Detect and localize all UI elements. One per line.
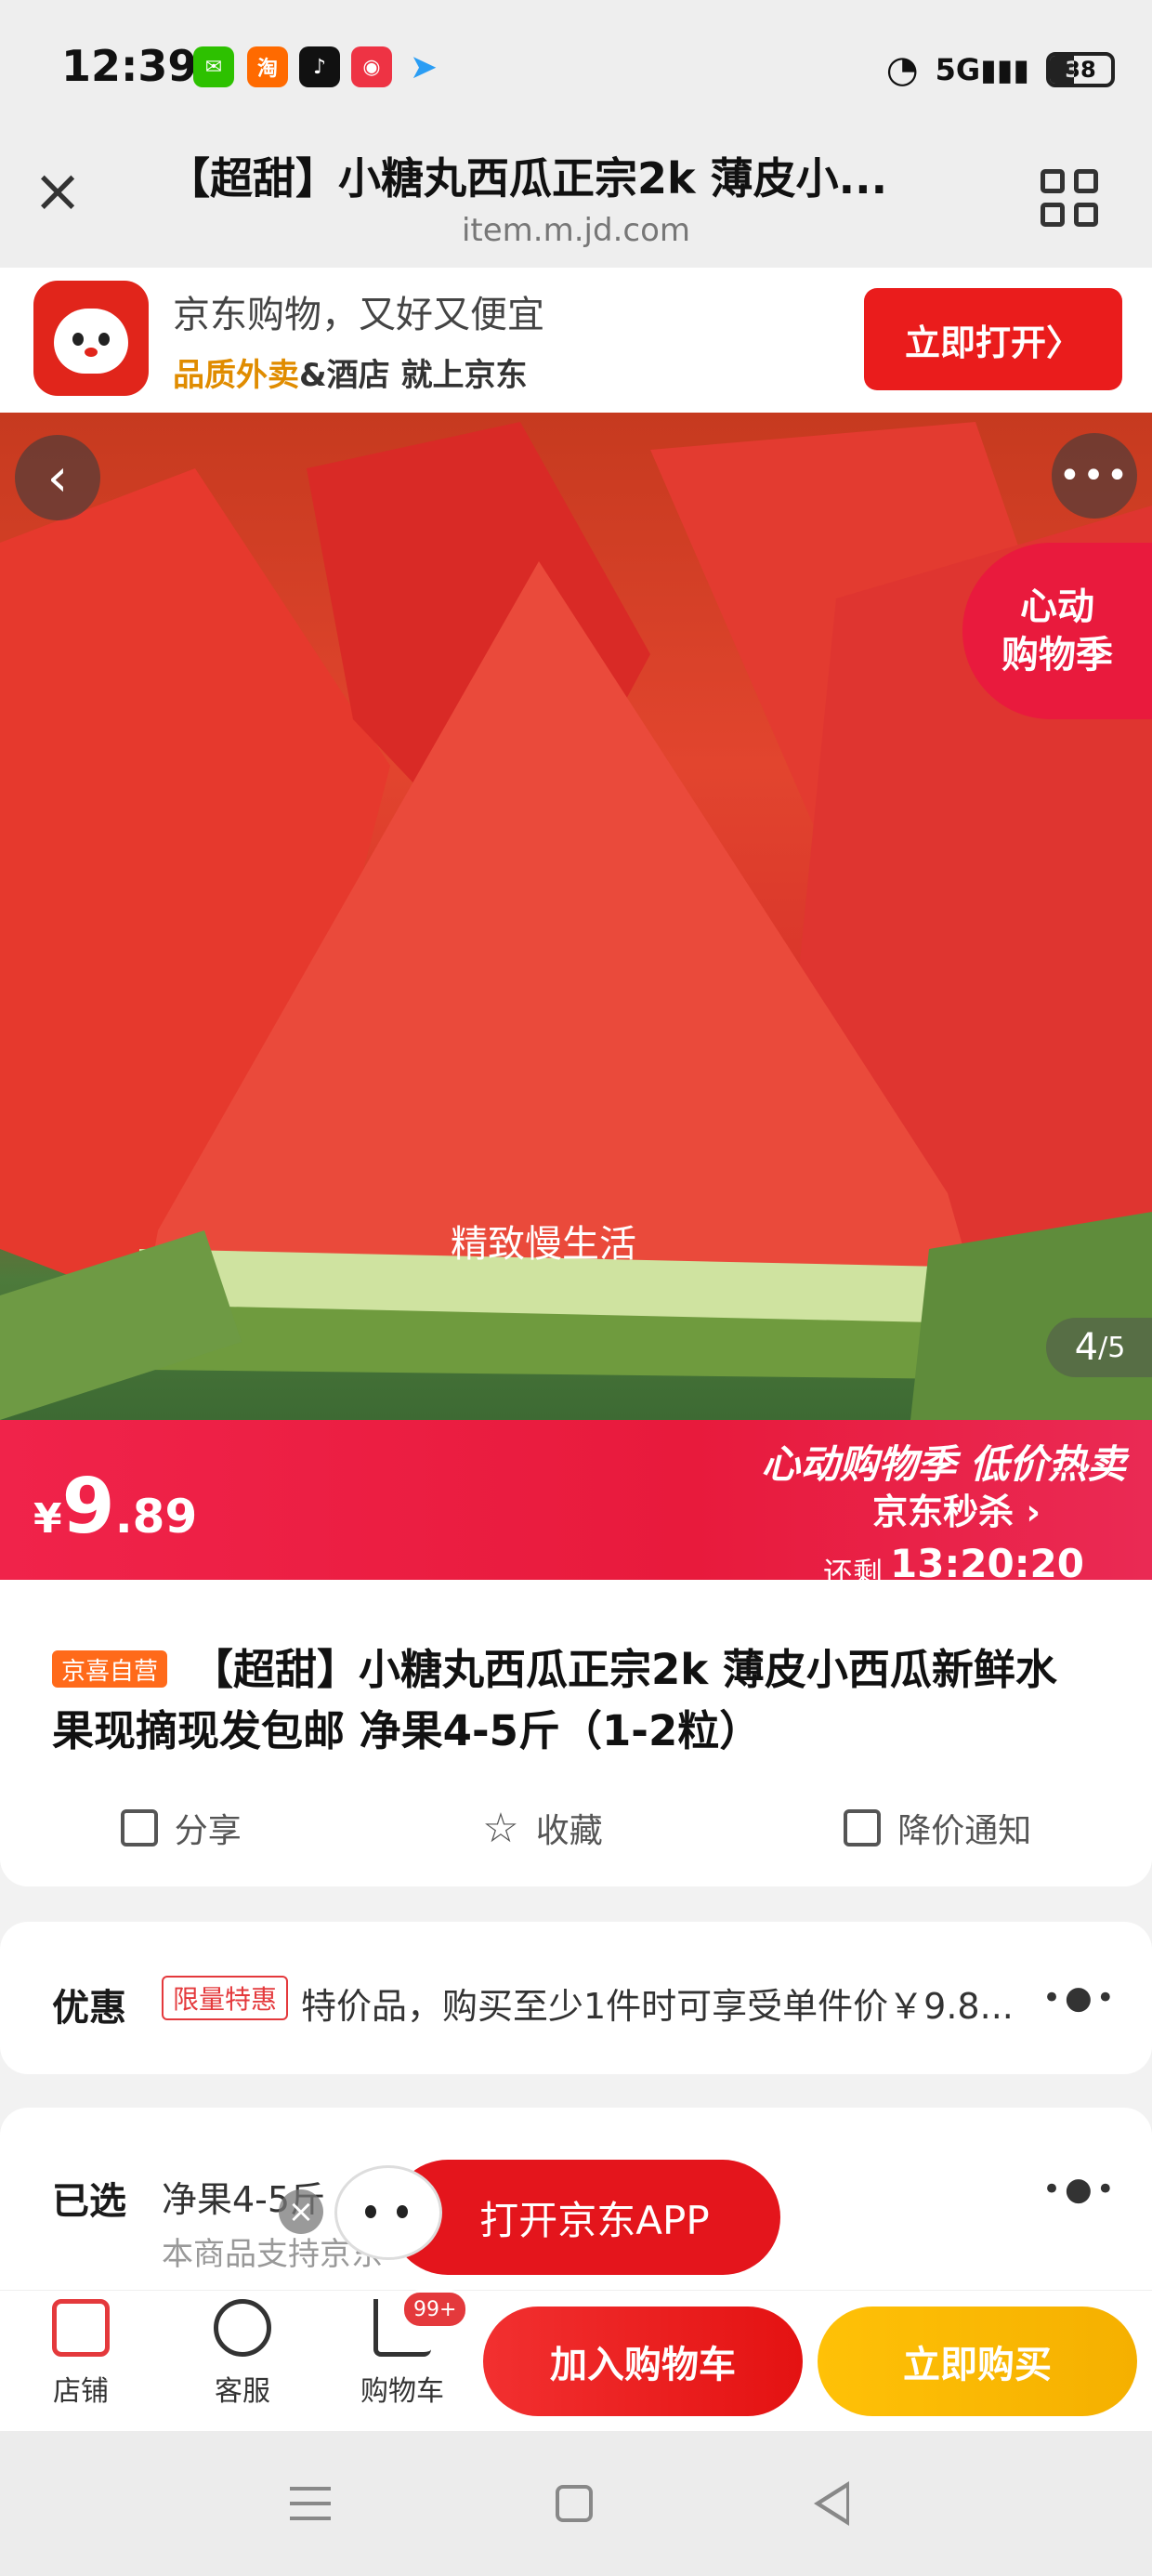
self-operated-tag: 京喜自营 — [52, 1650, 168, 1688]
nav-back-icon[interactable] — [814, 2481, 849, 2526]
app-icon: ◉ — [351, 46, 392, 87]
selected-label: 已选 — [52, 2180, 126, 2223]
price-tag-icon — [844, 1809, 882, 1847]
product-price: ¥9.89 — [33, 1463, 198, 1551]
open-jd-app-button[interactable]: 打开京东APP — [390, 2160, 780, 2275]
back-icon[interactable]: ‹ — [15, 435, 100, 520]
product-title: 【超甜】小糖丸西瓜正宗2k 薄皮小西瓜新鲜水果现摘现发包邮 净果4-5斤（1-2… — [52, 1645, 1057, 1755]
banner-subline: 品质外卖&酒店 就上京东 — [173, 357, 528, 394]
jd-logo-icon — [33, 281, 149, 396]
status-right: ◔ 5G▮▮▮ 38 — [886, 37, 1115, 102]
wechat-icon: ✉ — [193, 46, 234, 87]
shop-button[interactable]: 店铺 — [20, 2299, 141, 2409]
seckill-link[interactable]: 京东秒杀 › — [872, 1483, 1041, 1534]
image-pager: 4/5 — [1046, 1318, 1152, 1377]
taobao-icon: 淘 — [247, 46, 288, 87]
buy-now-button[interactable]: 立即购买 — [818, 2307, 1137, 2416]
customer-service-button[interactable]: 客服 — [182, 2299, 303, 2409]
promo-badge[interactable]: 心动 购物季 — [962, 543, 1152, 719]
promo-title: 心动购物季 低价热卖 — [761, 1441, 1126, 1487]
close-float-icon[interactable]: × — [279, 2189, 323, 2234]
open-app-button[interactable]: 立即打开〉 — [864, 288, 1122, 390]
recent-apps-icon[interactable] — [290, 2487, 331, 2520]
grid-menu-icon[interactable] — [1041, 169, 1098, 227]
image-caption: 精致慢生活 — [451, 1223, 636, 1266]
selected-more-icon[interactable]: •●• — [1042, 2171, 1119, 2208]
signal-icon: 5G▮▮▮ — [935, 52, 1029, 87]
telegram-icon: ➤ — [409, 47, 439, 86]
price-alert-button[interactable]: 降价通知 — [844, 1803, 1031, 1853]
discount-text: 特价品，购买至少1件时可享受单件价￥9.8... — [301, 1986, 1014, 2027]
watermelon-image — [0, 422, 1152, 1420]
discount-more-icon[interactable]: •●• — [1042, 1979, 1119, 2017]
star-icon: ☆ — [482, 1804, 519, 1852]
chat-icon — [214, 2299, 271, 2357]
page-url: item.m.jd.com — [461, 212, 690, 249]
product-actions: 分享 ☆ 收藏 降价通知 — [0, 1803, 1152, 1853]
more-options-icon[interactable]: ••• — [1052, 433, 1137, 519]
banner-slogan: 京东购物，又好又便宜 — [173, 294, 544, 336]
home-icon[interactable] — [556, 2485, 593, 2522]
status-time: 12:39 — [61, 41, 198, 91]
battery-icon: 38 — [1046, 52, 1115, 87]
floating-open-app: 打开京东APP × — [279, 2160, 780, 2275]
close-icon[interactable]: × — [28, 162, 87, 223]
product-image-carousel[interactable] — [0, 413, 1152, 1420]
cart-count-badge: 99+ — [401, 2290, 469, 2329]
discount-tag: 限量特惠 — [162, 1976, 289, 2020]
tiktok-icon: ♪ — [299, 46, 340, 87]
wifi-icon: ◔ — [885, 48, 919, 91]
page-title: 【超甜】小糖丸西瓜正宗2k 薄皮小... — [167, 153, 888, 204]
shop-icon — [52, 2299, 110, 2357]
jd-mascot-icon — [325, 2160, 446, 2275]
discount-label: 优惠 — [52, 1987, 126, 2030]
share-button[interactable]: 分享 — [120, 1803, 242, 1853]
favorite-button[interactable]: ☆ 收藏 — [482, 1803, 602, 1853]
add-to-cart-button[interactable]: 加入购物车 — [483, 2307, 803, 2416]
share-icon — [120, 1809, 158, 1847]
